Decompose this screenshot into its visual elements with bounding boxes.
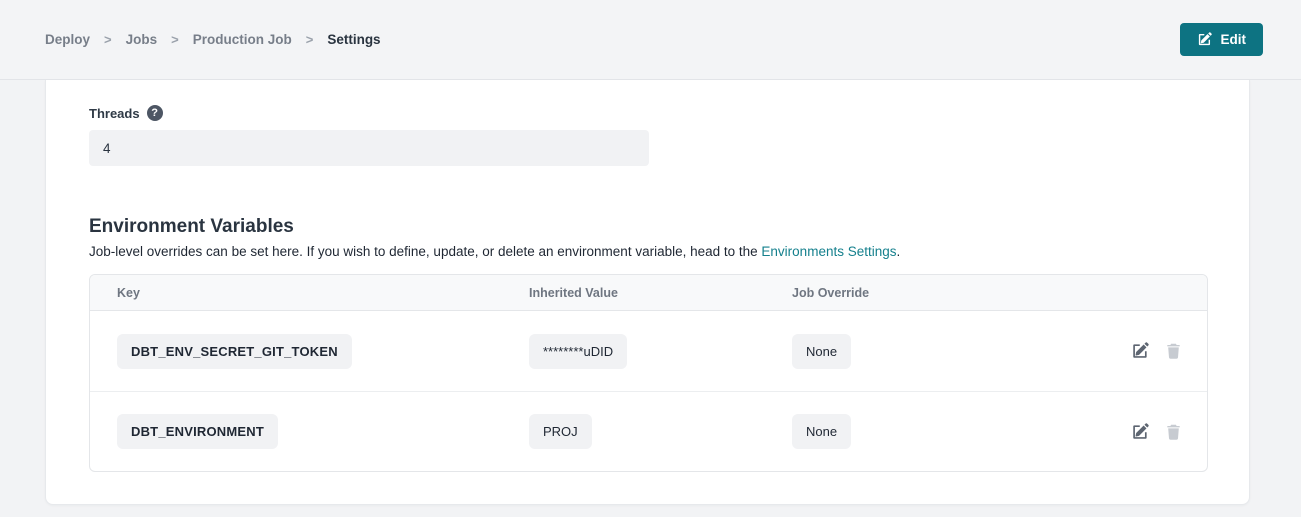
column-header-inherited-value: Inherited Value <box>502 286 765 300</box>
chevron-right-icon: > <box>306 32 314 47</box>
trash-icon <box>1165 423 1182 441</box>
row-edit-button[interactable] <box>1131 423 1149 441</box>
table-row: DBT_ENV_SECRET_GIT_TOKEN ********uDID No… <box>90 311 1207 391</box>
environment-variables-table: Key Inherited Value Job Override DBT_ENV… <box>89 274 1208 472</box>
column-header-job-override: Job Override <box>765 286 1097 300</box>
breadcrumb-settings-current: Settings <box>327 32 380 47</box>
breadcrumb: Deploy > Jobs > Production Job > Setting… <box>45 32 381 47</box>
chevron-right-icon: > <box>104 32 112 47</box>
job-override-badge: None <box>792 414 851 449</box>
table-header-row: Key Inherited Value Job Override <box>90 275 1207 311</box>
edit-button[interactable]: Edit <box>1180 23 1264 56</box>
inherited-value-badge: ********uDID <box>529 334 627 369</box>
edit-button-label: Edit <box>1221 32 1247 47</box>
environment-variables-description: Job-level overrides can be set here. If … <box>89 244 1249 259</box>
table-row: DBT_ENVIRONMENT PROJ None <box>90 391 1207 471</box>
threads-input <box>89 130 649 166</box>
env-var-key-badge: DBT_ENVIRONMENT <box>117 414 278 449</box>
breadcrumb-production-job[interactable]: Production Job <box>193 32 292 47</box>
breadcrumb-deploy[interactable]: Deploy <box>45 32 90 47</box>
row-delete-button[interactable] <box>1165 423 1182 441</box>
job-override-badge: None <box>792 334 851 369</box>
row-delete-button[interactable] <box>1165 342 1182 360</box>
chevron-right-icon: > <box>171 32 179 47</box>
question-mark-circle-icon[interactable]: ? <box>147 105 163 121</box>
description-text: Job-level overrides can be set here. If … <box>89 244 761 259</box>
threads-label: Threads <box>89 106 140 121</box>
inherited-value-badge: PROJ <box>529 414 592 449</box>
environment-variables-title: Environment Variables <box>89 216 1249 238</box>
edit-icon <box>1131 423 1149 441</box>
job-settings-card: Threads ? Environment Variables Job-leve… <box>45 80 1250 505</box>
column-header-key: Key <box>90 286 502 300</box>
edit-pencil-square-icon <box>1197 32 1212 47</box>
description-period: . <box>897 244 901 259</box>
trash-icon <box>1165 342 1182 360</box>
top-header-bar: Deploy > Jobs > Production Job > Setting… <box>0 0 1301 80</box>
edit-icon <box>1131 342 1149 360</box>
environments-settings-link[interactable]: Environments Settings <box>761 244 896 259</box>
env-var-key-badge: DBT_ENV_SECRET_GIT_TOKEN <box>117 334 352 369</box>
breadcrumb-jobs[interactable]: Jobs <box>126 32 158 47</box>
row-edit-button[interactable] <box>1131 342 1149 360</box>
